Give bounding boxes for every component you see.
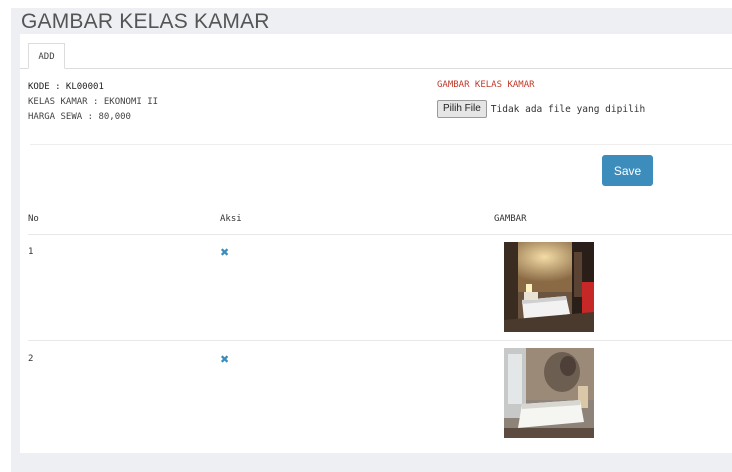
choose-file-button[interactable]: Pilih File xyxy=(437,100,487,118)
harga-sewa-text: HARGA SEWA : 80,000 xyxy=(28,112,131,122)
file-status-text: Tidak ada file yang dipilih xyxy=(490,103,646,115)
room-photo-1 xyxy=(504,242,594,332)
content-wrapper: GAMBAR KELAS KAMAR ADD KODE : KL00001 KE… xyxy=(11,8,732,472)
kode-text: KODE : KL00001 xyxy=(28,82,104,92)
row-divider xyxy=(28,340,732,341)
header-divider xyxy=(28,234,732,235)
room-photo-2 xyxy=(504,348,594,438)
file-input[interactable]: Pilih File Tidak ada file yang dipilih xyxy=(437,100,645,118)
divider xyxy=(30,144,732,145)
page-title: GAMBAR KELAS KAMAR xyxy=(21,10,270,33)
kelas-kamar-text: KELAS KAMAR : EKONOMI II xyxy=(28,97,159,107)
column-header-gambar: GAMBAR xyxy=(494,214,527,224)
form-panel: ADD KODE : KL00001 KELAS KAMAR : EKONOMI… xyxy=(20,34,732,453)
room-info: KODE : KL00001 KELAS KAMAR : EKONOMI II … xyxy=(28,80,158,125)
column-header-aksi: Aksi xyxy=(220,214,242,224)
delete-icon[interactable]: ✖ xyxy=(220,354,229,365)
column-header-no: No xyxy=(28,214,39,224)
gambar-field-label: GAMBAR KELAS KAMAR xyxy=(437,80,535,90)
tab-divider xyxy=(20,68,732,69)
row-number: 2 xyxy=(28,354,34,364)
save-button[interactable]: Save xyxy=(602,155,653,186)
row-number: 1 xyxy=(28,247,34,257)
tab-add[interactable]: ADD xyxy=(28,43,65,69)
delete-icon[interactable]: ✖ xyxy=(220,247,229,258)
